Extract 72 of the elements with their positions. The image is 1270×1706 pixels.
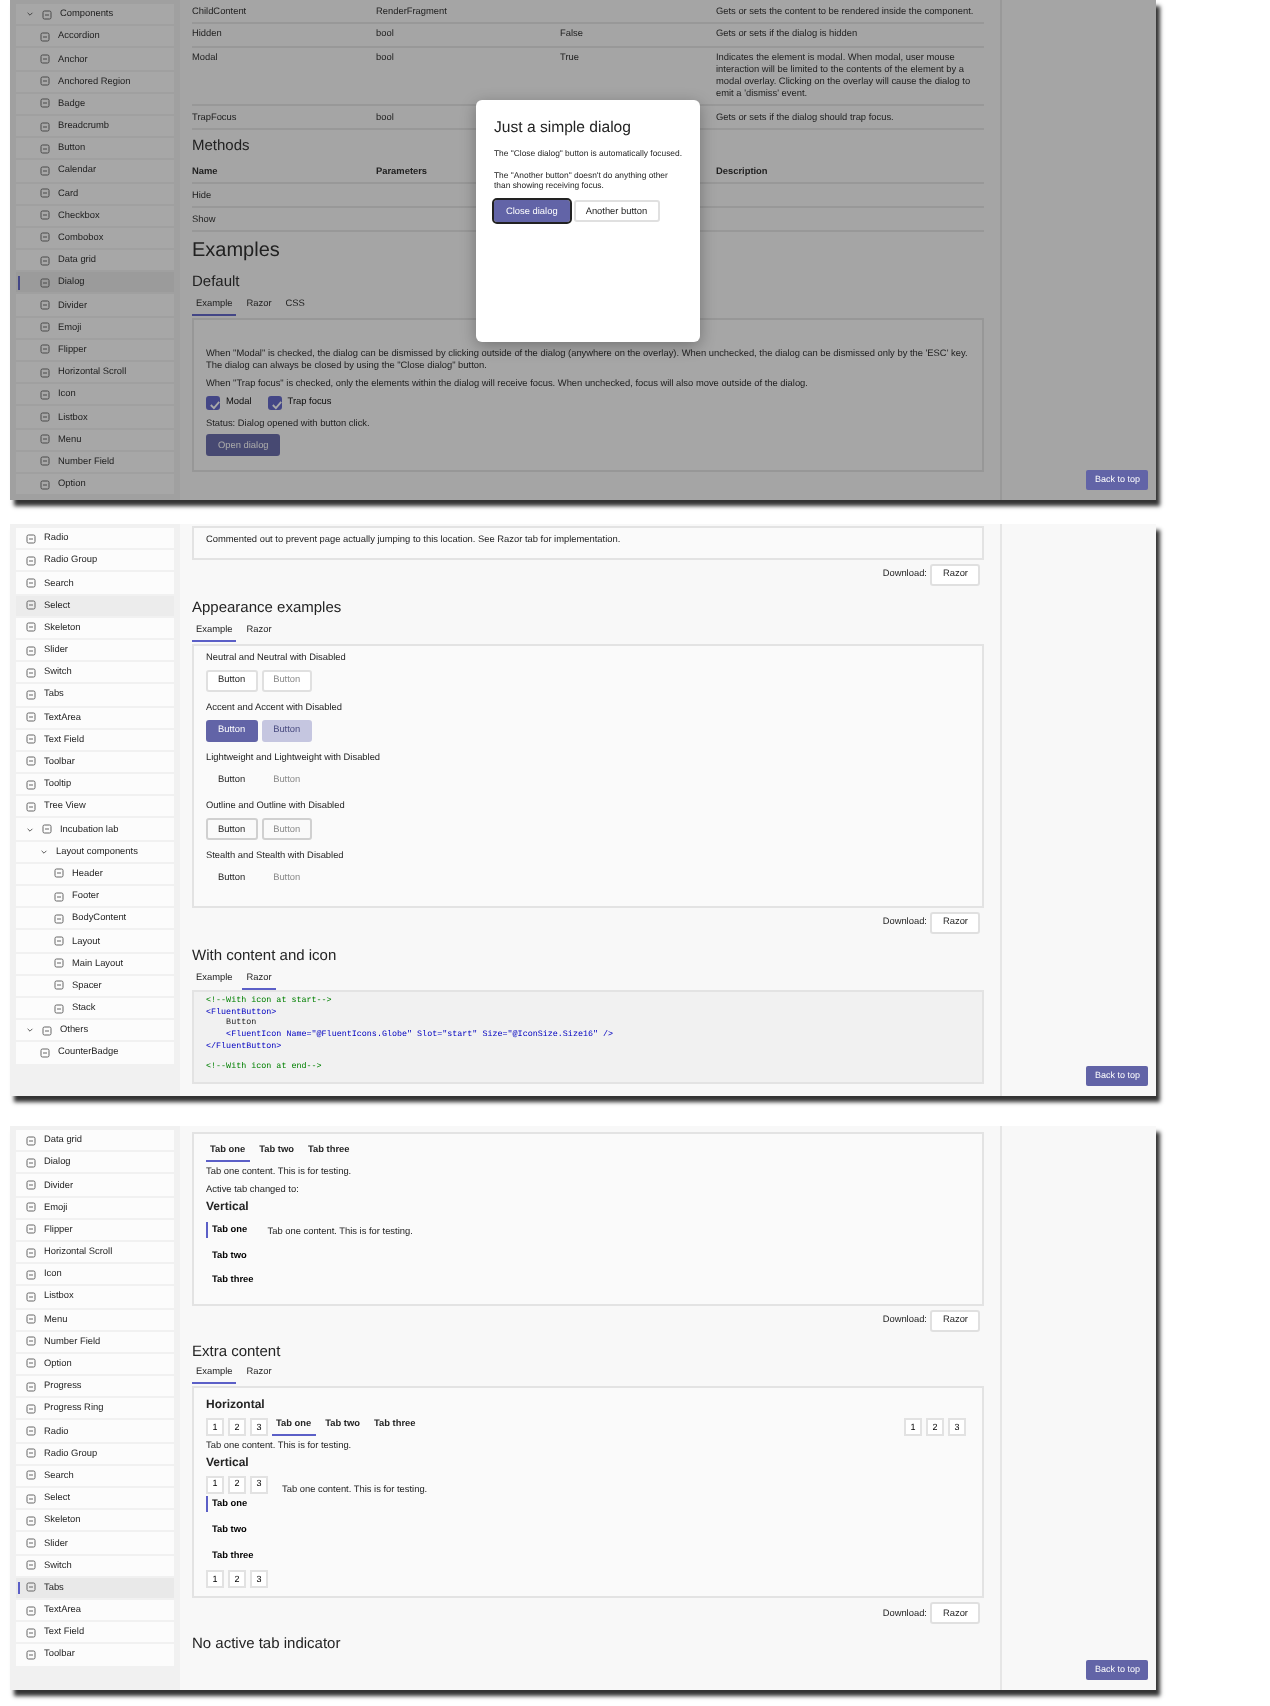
square-icon: [40, 31, 50, 42]
square-icon: [26, 1157, 36, 1168]
square-icon: [26, 645, 36, 656]
square-icon: [54, 891, 64, 902]
square-icon: [26, 689, 36, 700]
square-icon: [40, 277, 50, 288]
square-icon: [26, 667, 36, 678]
square-icon: [54, 958, 64, 969]
square-icon: [40, 322, 50, 333]
square-icon: [26, 1426, 36, 1437]
square-icon: [26, 1493, 36, 1504]
square-icon: [26, 1247, 36, 1258]
square-icon: [26, 756, 36, 767]
square-icon: [54, 913, 64, 924]
square-icon: [26, 577, 36, 588]
square-icon: [54, 868, 64, 879]
square-icon: [40, 76, 50, 87]
square-icon: [40, 344, 50, 355]
square-icon: [26, 1291, 36, 1302]
square-icon: [26, 1605, 36, 1616]
square-icon: [40, 389, 50, 400]
square-icon: [42, 1025, 52, 1036]
square-icon: [26, 1582, 36, 1593]
square-icon: [26, 1403, 36, 1414]
square-icon: [40, 434, 50, 445]
square-icon: [26, 1224, 36, 1235]
square-icon: [40, 1047, 50, 1058]
square-icon: [26, 1381, 36, 1392]
square-icon: [40, 456, 50, 467]
square-icon: [40, 479, 50, 490]
square-icon: [26, 801, 36, 812]
square-icon: [40, 165, 50, 176]
square-icon: [40, 143, 50, 154]
check-icon: [208, 397, 222, 411]
square-icon: [40, 210, 50, 221]
square-icon: [26, 600, 36, 611]
square-icon: [54, 1003, 64, 1014]
square-icon: [42, 824, 52, 835]
square-icon: [40, 411, 50, 422]
square-icon: [40, 255, 50, 266]
square-icon: [54, 935, 64, 946]
square-icon: [26, 622, 36, 633]
square-icon: [26, 1515, 36, 1526]
square-icon: [40, 367, 50, 378]
square-icon: [26, 734, 36, 745]
square-icon: [40, 300, 50, 311]
check-icon: [269, 397, 284, 411]
square-icon: [26, 1537, 36, 1548]
square-icon: [54, 980, 64, 991]
square-icon: [40, 98, 50, 109]
square-icon: [40, 232, 50, 243]
square-icon: [26, 1448, 36, 1459]
square-icon: [26, 1649, 36, 1660]
square-icon: [40, 188, 50, 199]
square-icon: [26, 1358, 36, 1369]
square-icon: [26, 712, 36, 723]
square-icon: [26, 533, 36, 544]
square-icon: [26, 1336, 36, 1347]
square-icon: [26, 779, 36, 790]
square-icon: [40, 53, 50, 64]
square-icon: [42, 9, 52, 20]
square-icon: [26, 1135, 36, 1146]
square-icon: [26, 1560, 36, 1571]
square-icon: [26, 1202, 36, 1213]
square-icon: [26, 1269, 36, 1280]
square-icon: [40, 121, 50, 132]
heading: Examples: [192, 240, 280, 266]
square-icon: [26, 1627, 36, 1638]
square-icon: [26, 1470, 36, 1481]
square-icon: [26, 555, 36, 566]
square-icon: [26, 1179, 36, 1190]
square-icon: [26, 1314, 36, 1325]
